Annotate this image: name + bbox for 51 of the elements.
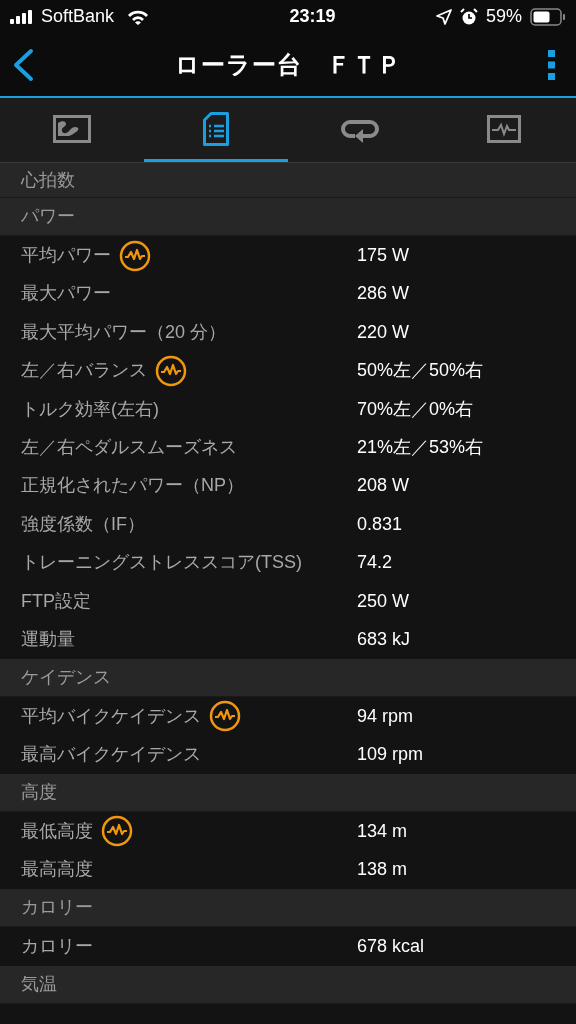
stat-label: 最低高度 [21, 819, 93, 843]
stat-value: 175 W [357, 244, 410, 268]
stat-value: 74.2 [357, 551, 393, 575]
stat-label: 左／右バランス [21, 359, 147, 383]
section-header: 気温 [21, 973, 57, 996]
stat-label: 強度係数（IF） [21, 512, 145, 536]
stat-label: 左／右ペダルスムーズネス [21, 436, 237, 460]
stat-label: 平均パワー [21, 244, 111, 268]
stat-value: 0.831 [357, 512, 403, 536]
stat-value: 678 kcal [357, 935, 425, 959]
location-icon [435, 8, 452, 25]
section-header: 高度 [21, 781, 57, 805]
section-header: パワー [21, 205, 75, 229]
page-title: ローラー台 ＦＴＰ [174, 49, 402, 80]
clock-time: 23:19 [289, 5, 336, 28]
stat-value: 208 W [357, 474, 410, 498]
stat-label: 運動量 [21, 628, 75, 651]
graph-icon [487, 114, 521, 143]
alarm-icon [459, 7, 478, 26]
wifi-icon [127, 8, 150, 25]
stat-label: 正規化されたパワー（NP） [21, 474, 244, 498]
back-icon [12, 47, 34, 82]
section-header: カロリー [21, 896, 93, 920]
stat-value: 683 kJ [357, 628, 411, 651]
carrier-name: SoftBank [41, 5, 115, 28]
stat-value: 220 W [357, 320, 410, 344]
stat-value: 109 rpm [357, 743, 424, 767]
stat-label: 平均バイクケイデンス [21, 704, 201, 728]
back-button[interactable] [12, 46, 36, 83]
stat-value: 134 m [357, 819, 408, 843]
stat-label: 最高バイクケイデンス [21, 743, 201, 767]
stat-value: 138 m [357, 858, 408, 882]
stat-label: トレーニングストレススコア(TSS) [21, 551, 302, 575]
stat-label: FTP設定 [21, 589, 91, 613]
document-icon [203, 111, 229, 146]
battery-icon [530, 7, 566, 26]
stat-label: 最大平均パワー（20 分） [21, 320, 227, 344]
more-icon [548, 49, 556, 80]
stat-value: 94 rpm [357, 704, 414, 728]
stat-value: 286 W [357, 282, 410, 306]
section-header: 心拍数 [21, 168, 75, 192]
stat-label: 最大パワー [21, 282, 111, 306]
stat-label: トルク効率(左右) [21, 397, 159, 421]
section-header: ケイデンス [21, 665, 111, 689]
stat-value: 250 W [357, 589, 410, 613]
stat-label: 最高高度 [21, 858, 93, 882]
stat-value: 70%左／0%右 [357, 397, 474, 421]
battery-percent: 59% [485, 5, 522, 28]
stat-value: 21%左／53%右 [357, 436, 484, 460]
stat-label: カロリー [21, 935, 93, 959]
stat-value: 50%左／50%右 [357, 359, 484, 383]
